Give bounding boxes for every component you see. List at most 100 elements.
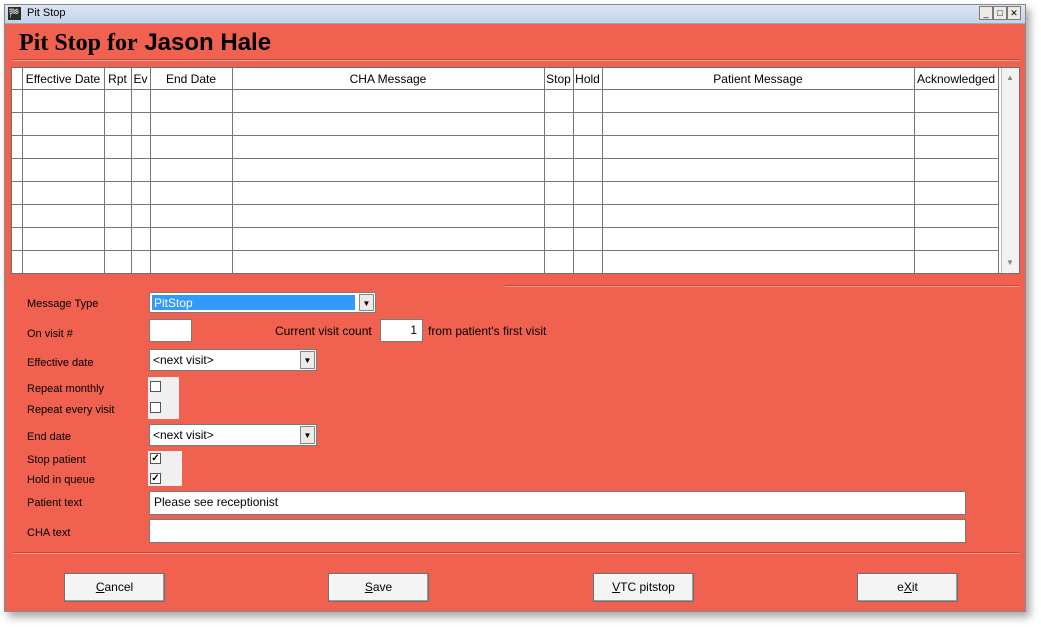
table-cell[interactable] [22,89,105,113]
table-cell[interactable] [602,89,915,113]
table-cell[interactable] [22,250,105,273]
table-cell[interactable] [573,112,603,136]
table-row[interactable] [12,112,999,136]
repeat-every-visit-checkbox[interactable] [150,402,161,413]
table-cell[interactable] [914,112,999,136]
column-header[interactable]: Effective Date [22,68,105,90]
table-cell[interactable] [232,227,545,251]
table-cell[interactable] [150,158,233,182]
row-selector[interactable] [12,112,23,136]
table-cell[interactable] [131,227,151,251]
row-selector[interactable] [12,181,23,205]
row-selector[interactable] [12,89,23,113]
column-header[interactable]: Stop [544,68,574,90]
table-cell[interactable] [914,89,999,113]
table-cell[interactable] [602,250,915,273]
table-cell[interactable] [573,135,603,159]
table-cell[interactable] [602,181,915,205]
table-cell[interactable] [544,158,574,182]
table-cell[interactable] [232,135,545,159]
vtc-pitstop-button[interactable]: VTC pitstop [593,573,694,602]
table-cell[interactable] [232,158,545,182]
close-button[interactable]: ✕ [1007,6,1021,20]
table-cell[interactable] [232,89,545,113]
table-cell[interactable] [131,158,151,182]
table-cell[interactable] [150,227,233,251]
row-selector[interactable] [12,158,23,182]
table-cell[interactable] [22,181,105,205]
table-cell[interactable] [544,227,574,251]
table-cell[interactable] [544,89,574,113]
table-cell[interactable] [104,158,132,182]
table-cell[interactable] [131,204,151,228]
table-cell[interactable] [232,204,545,228]
table-row[interactable] [12,135,999,159]
table-cell[interactable] [131,181,151,205]
table-cell[interactable] [914,181,999,205]
table-cell[interactable] [544,181,574,205]
table-cell[interactable] [914,250,999,273]
chevron-down-icon[interactable]: ▼ [300,426,315,444]
hold-in-queue-checkbox[interactable]: ✓ [150,473,161,484]
table-cell[interactable] [232,181,545,205]
table-cell[interactable] [602,204,915,228]
row-selector[interactable] [12,135,23,159]
table-cell[interactable] [131,250,151,273]
table-cell[interactable] [22,204,105,228]
table-row[interactable] [12,250,999,273]
scroll-up-icon[interactable]: ▲ [1003,71,1017,85]
table-cell[interactable] [602,135,915,159]
table-cell[interactable] [150,89,233,113]
table-cell[interactable] [914,227,999,251]
table-cell[interactable] [573,181,603,205]
table-cell[interactable] [573,158,603,182]
stop-patient-checkbox[interactable]: ✓ [150,453,161,464]
title-bar[interactable]: 🏁 Pit Stop _ □ ✕ [5,5,1025,24]
chevron-down-icon[interactable]: ▼ [359,294,374,311]
table-cell[interactable] [22,112,105,136]
table-cell[interactable] [914,204,999,228]
column-header[interactable]: Patient Message [602,68,915,90]
table-cell[interactable] [232,112,545,136]
table-cell[interactable] [104,112,132,136]
table-cell[interactable] [914,158,999,182]
table-cell[interactable] [150,204,233,228]
table-cell[interactable] [150,181,233,205]
message-type-select[interactable]: PitStop ▼ [149,292,376,313]
end-date-select[interactable]: <next visit> ▼ [149,424,317,446]
table-cell[interactable] [544,112,574,136]
pitstop-grid[interactable]: Effective Date Rpt Ev End Date CHA Message St… [11,67,1020,274]
table-cell[interactable] [573,204,603,228]
table-cell[interactable] [150,112,233,136]
table-cell[interactable] [131,135,151,159]
exit-button[interactable]: eXit [857,573,958,602]
cha-text-input[interactable] [149,519,966,543]
table-row[interactable] [12,89,999,113]
minimize-button[interactable]: _ [979,6,993,20]
column-header[interactable]: Ev [131,68,151,90]
on-visit-input[interactable] [149,319,192,342]
table-row[interactable] [12,181,999,205]
table-cell[interactable] [573,227,603,251]
column-header[interactable]: CHA Message [232,68,545,90]
table-cell[interactable] [104,89,132,113]
row-selector[interactable] [12,204,23,228]
repeat-monthly-checkbox[interactable] [150,381,161,392]
table-cell[interactable] [104,135,132,159]
column-header[interactable]: Hold [573,68,603,90]
table-cell[interactable] [573,250,603,273]
table-row[interactable] [12,158,999,182]
grid-scrollbar[interactable]: ▲ ▼ [1001,68,1019,273]
table-cell[interactable] [602,227,915,251]
table-cell[interactable] [150,135,233,159]
table-cell[interactable] [104,204,132,228]
table-cell[interactable] [602,112,915,136]
save-button[interactable]: Save [328,573,429,602]
table-cell[interactable] [602,158,915,182]
scroll-down-icon[interactable]: ▼ [1003,256,1017,270]
patient-text-input[interactable]: Please see receptionist [149,491,966,515]
table-cell[interactable] [544,250,574,273]
table-cell[interactable] [131,89,151,113]
column-header[interactable]: Acknowledged [914,68,999,90]
column-header[interactable]: End Date [150,68,233,90]
